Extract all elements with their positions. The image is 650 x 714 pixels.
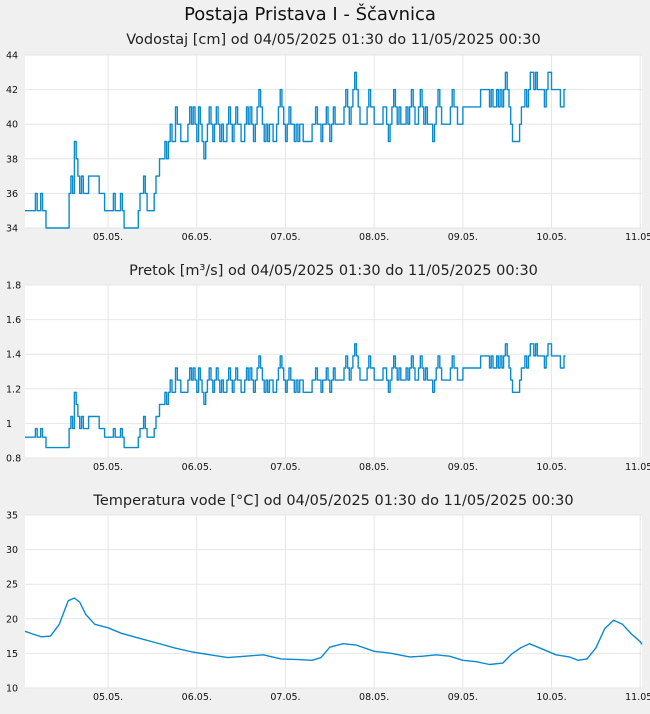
- station-title: Postaja Pristava I - Ščavnica: [184, 3, 436, 25]
- x-tick-label: 07.05.: [270, 692, 300, 703]
- chart-svg: Postaja Pristava I - Ščavnica Vodostaj […: [6, 3, 650, 703]
- y-tick-label: 44: [6, 51, 18, 62]
- x-tick-label: 06.05.: [182, 462, 212, 473]
- y-tick-label: 1.8: [6, 281, 21, 292]
- x-tick-label: 07.05.: [270, 462, 300, 473]
- y-tick-label: 35: [6, 511, 18, 522]
- y-tick-label: 40: [6, 120, 18, 131]
- y-tick-label: 42: [6, 85, 18, 96]
- y-tick-label: 36: [6, 189, 18, 200]
- x-tick-label: 10.05.: [536, 232, 566, 243]
- y-tick-label: 20: [6, 614, 18, 625]
- x-tick-label: 05.05.: [93, 462, 123, 473]
- chart-panel-3: Temperatura vode [°C] od 04/05/2025 01:3…: [6, 493, 650, 703]
- y-tick-label: 1: [6, 419, 12, 430]
- x-tick-label: 07.05.: [270, 232, 300, 243]
- x-tick-label: 05.05.: [93, 232, 123, 243]
- chart-title: Pretok [m³/s] od 04/05/2025 01:30 do 11/…: [129, 263, 538, 279]
- x-tick-label: 06.05.: [182, 232, 212, 243]
- x-tick-label: 11.05.: [625, 232, 650, 243]
- y-tick-label: 38: [6, 154, 18, 165]
- y-tick-label: 34: [6, 224, 18, 235]
- y-tick-label: 10: [6, 684, 18, 695]
- plot-area: [25, 55, 642, 228]
- y-tick-label: 1.4: [6, 350, 21, 361]
- y-tick-label: 1.2: [6, 384, 21, 395]
- chart-panel-1: Vodostaj [cm] od 04/05/2025 01:30 do 11/…: [6, 32, 650, 243]
- x-tick-label: 11.05.: [625, 692, 650, 703]
- plot-area: [25, 515, 642, 688]
- chart-title: Vodostaj [cm] od 04/05/2025 01:30 do 11/…: [126, 32, 540, 48]
- y-tick-label: 0.8: [6, 454, 21, 465]
- chart-panel-2: Pretok [m³/s] od 04/05/2025 01:30 do 11/…: [6, 263, 650, 473]
- x-tick-label: 10.05.: [536, 462, 566, 473]
- chart-figure: Postaja Pristava I - Ščavnica Vodostaj […: [0, 0, 650, 710]
- x-tick-label: 06.05.: [182, 692, 212, 703]
- x-tick-label: 09.05.: [448, 462, 478, 473]
- x-tick-label: 09.05.: [448, 232, 478, 243]
- y-tick-label: 30: [6, 545, 18, 556]
- x-tick-label: 08.05.: [359, 462, 389, 473]
- x-tick-label: 11.05.: [625, 462, 650, 473]
- y-tick-label: 15: [6, 649, 18, 660]
- y-tick-label: 1.6: [6, 315, 21, 326]
- chart-title: Temperatura vode [°C] od 04/05/2025 01:3…: [92, 493, 573, 509]
- x-tick-label: 10.05.: [536, 692, 566, 703]
- y-tick-label: 25: [6, 580, 18, 591]
- x-tick-label: 05.05.: [93, 692, 123, 703]
- x-tick-label: 09.05.: [448, 692, 478, 703]
- x-tick-label: 08.05.: [359, 692, 389, 703]
- x-tick-label: 08.05.: [359, 232, 389, 243]
